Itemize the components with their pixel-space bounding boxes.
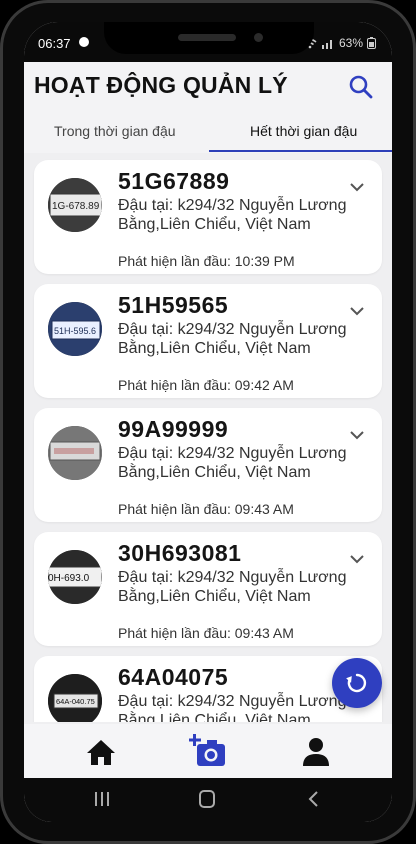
plate-number: 51H59565	[118, 292, 229, 318]
refresh-icon	[346, 673, 367, 693]
recent-apps-icon[interactable]	[94, 791, 110, 807]
plate-thumbnail	[48, 426, 102, 480]
parking-address: Đậu tại: k294/32 Nguyễn Lương Bằng,Liên …	[118, 197, 347, 233]
refresh-button[interactable]	[332, 658, 382, 708]
tab-bar: Trong thời gian đậu Hết thời gian đậu	[24, 117, 392, 153]
chevron-down-icon[interactable]	[350, 554, 364, 564]
first-seen-time: Phát hiện lần đầu: 09:43 AM	[118, 501, 294, 517]
vehicle-card[interactable]: 99A99999 Đậu tại: k294/32 Nguyễn Lương B…	[34, 408, 382, 522]
first-seen-time: Phát hiện lần đầu: 09:42 AM	[118, 377, 294, 393]
parking-address: Đậu tại: k294/32 Nguyễn Lương Bằng,Liên …	[118, 569, 347, 605]
plate-thumbnail: 51H-595.6	[48, 302, 102, 356]
svg-text:0H-693.0: 0H-693.0	[48, 573, 90, 584]
user-icon[interactable]	[301, 737, 331, 767]
active-tab-indicator	[209, 150, 392, 152]
vehicle-card[interactable]: 51H-595.6 51H59565 Đậu tại: k294/32 Nguy…	[34, 284, 382, 398]
status-time: 06:37	[38, 36, 71, 51]
chevron-down-icon[interactable]	[350, 306, 364, 316]
plate-number: 51G67889	[118, 168, 230, 194]
svg-text:1G-678.89: 1G-678.89	[52, 201, 100, 212]
parking-address: Đậu tại: k294/32 Nguyễn Lương Bằng,Liên …	[118, 321, 347, 357]
tab-parking-expired[interactable]: Hết thời gian đậu	[250, 123, 357, 139]
speaker-grille	[178, 34, 236, 41]
battery-icon	[367, 37, 376, 49]
signal-icon	[321, 39, 332, 49]
plate-number: 64A04075	[118, 664, 229, 690]
front-camera	[254, 33, 263, 42]
chevron-down-icon[interactable]	[350, 430, 364, 440]
add-camera-icon[interactable]	[189, 734, 229, 768]
bottom-navigation	[24, 724, 392, 778]
vehicle-card[interactable]: 1G-678.89 51G67889 Đậu tại: k294/32 Nguy…	[34, 160, 382, 274]
status-right: 63%	[303, 36, 376, 50]
app-header: HOẠT ĐỘNG QUẢN LÝ	[24, 62, 392, 117]
first-seen-time: Phát hiện lần đầu: 10:39 PM	[118, 253, 295, 269]
camera-notch	[104, 22, 314, 54]
vehicle-list[interactable]: 1G-678.89 51G67889 Đậu tại: k294/32 Nguy…	[24, 155, 392, 722]
vehicle-card[interactable]: 0H-693.0 30H693081 Đậu tại: k294/32 Nguy…	[34, 532, 382, 646]
home-icon[interactable]	[86, 738, 116, 766]
plate-thumbnail: 1G-678.89	[48, 178, 102, 232]
plate-number: 30H693081	[118, 540, 242, 566]
app-screen: 06:37 63% HOẠT ĐỘNG QUẢN LÝ Trong thời g…	[24, 22, 392, 822]
system-navigation-bar	[24, 778, 392, 822]
chevron-down-icon[interactable]	[350, 182, 364, 192]
notification-icon	[79, 37, 89, 47]
plate-number: 99A99999	[118, 416, 229, 442]
parking-address: Đậu tại: k294/32 Nguyễn Lương Bằng,Liên …	[118, 445, 347, 481]
page-title: HOẠT ĐỘNG QUẢN LÝ	[34, 72, 288, 98]
svg-text:64A-040.75: 64A-040.75	[56, 697, 95, 706]
first-seen-time: Phát hiện lần đầu: 09:43 AM	[118, 625, 294, 641]
back-icon[interactable]	[306, 790, 322, 808]
tab-in-parking-time[interactable]: Trong thời gian đậu	[54, 123, 176, 139]
phone-frame: 06:37 63% HOẠT ĐỘNG QUẢN LÝ Trong thời g…	[0, 0, 416, 844]
svg-text:51H-595.6: 51H-595.6	[54, 326, 96, 336]
battery-percent: 63%	[338, 36, 363, 50]
home-system-icon[interactable]	[199, 790, 215, 808]
parking-address: Đậu tại: k294/32 Nguyễn Lương Bằng,Liên …	[118, 693, 347, 722]
plate-thumbnail: 64A-040.75	[48, 674, 102, 722]
plate-thumbnail: 0H-693.0	[48, 550, 102, 604]
vehicle-card[interactable]: 64A-040.75 64A04075 Đậu tại: k294/32 Ngu…	[34, 656, 382, 722]
search-icon[interactable]	[348, 74, 374, 100]
